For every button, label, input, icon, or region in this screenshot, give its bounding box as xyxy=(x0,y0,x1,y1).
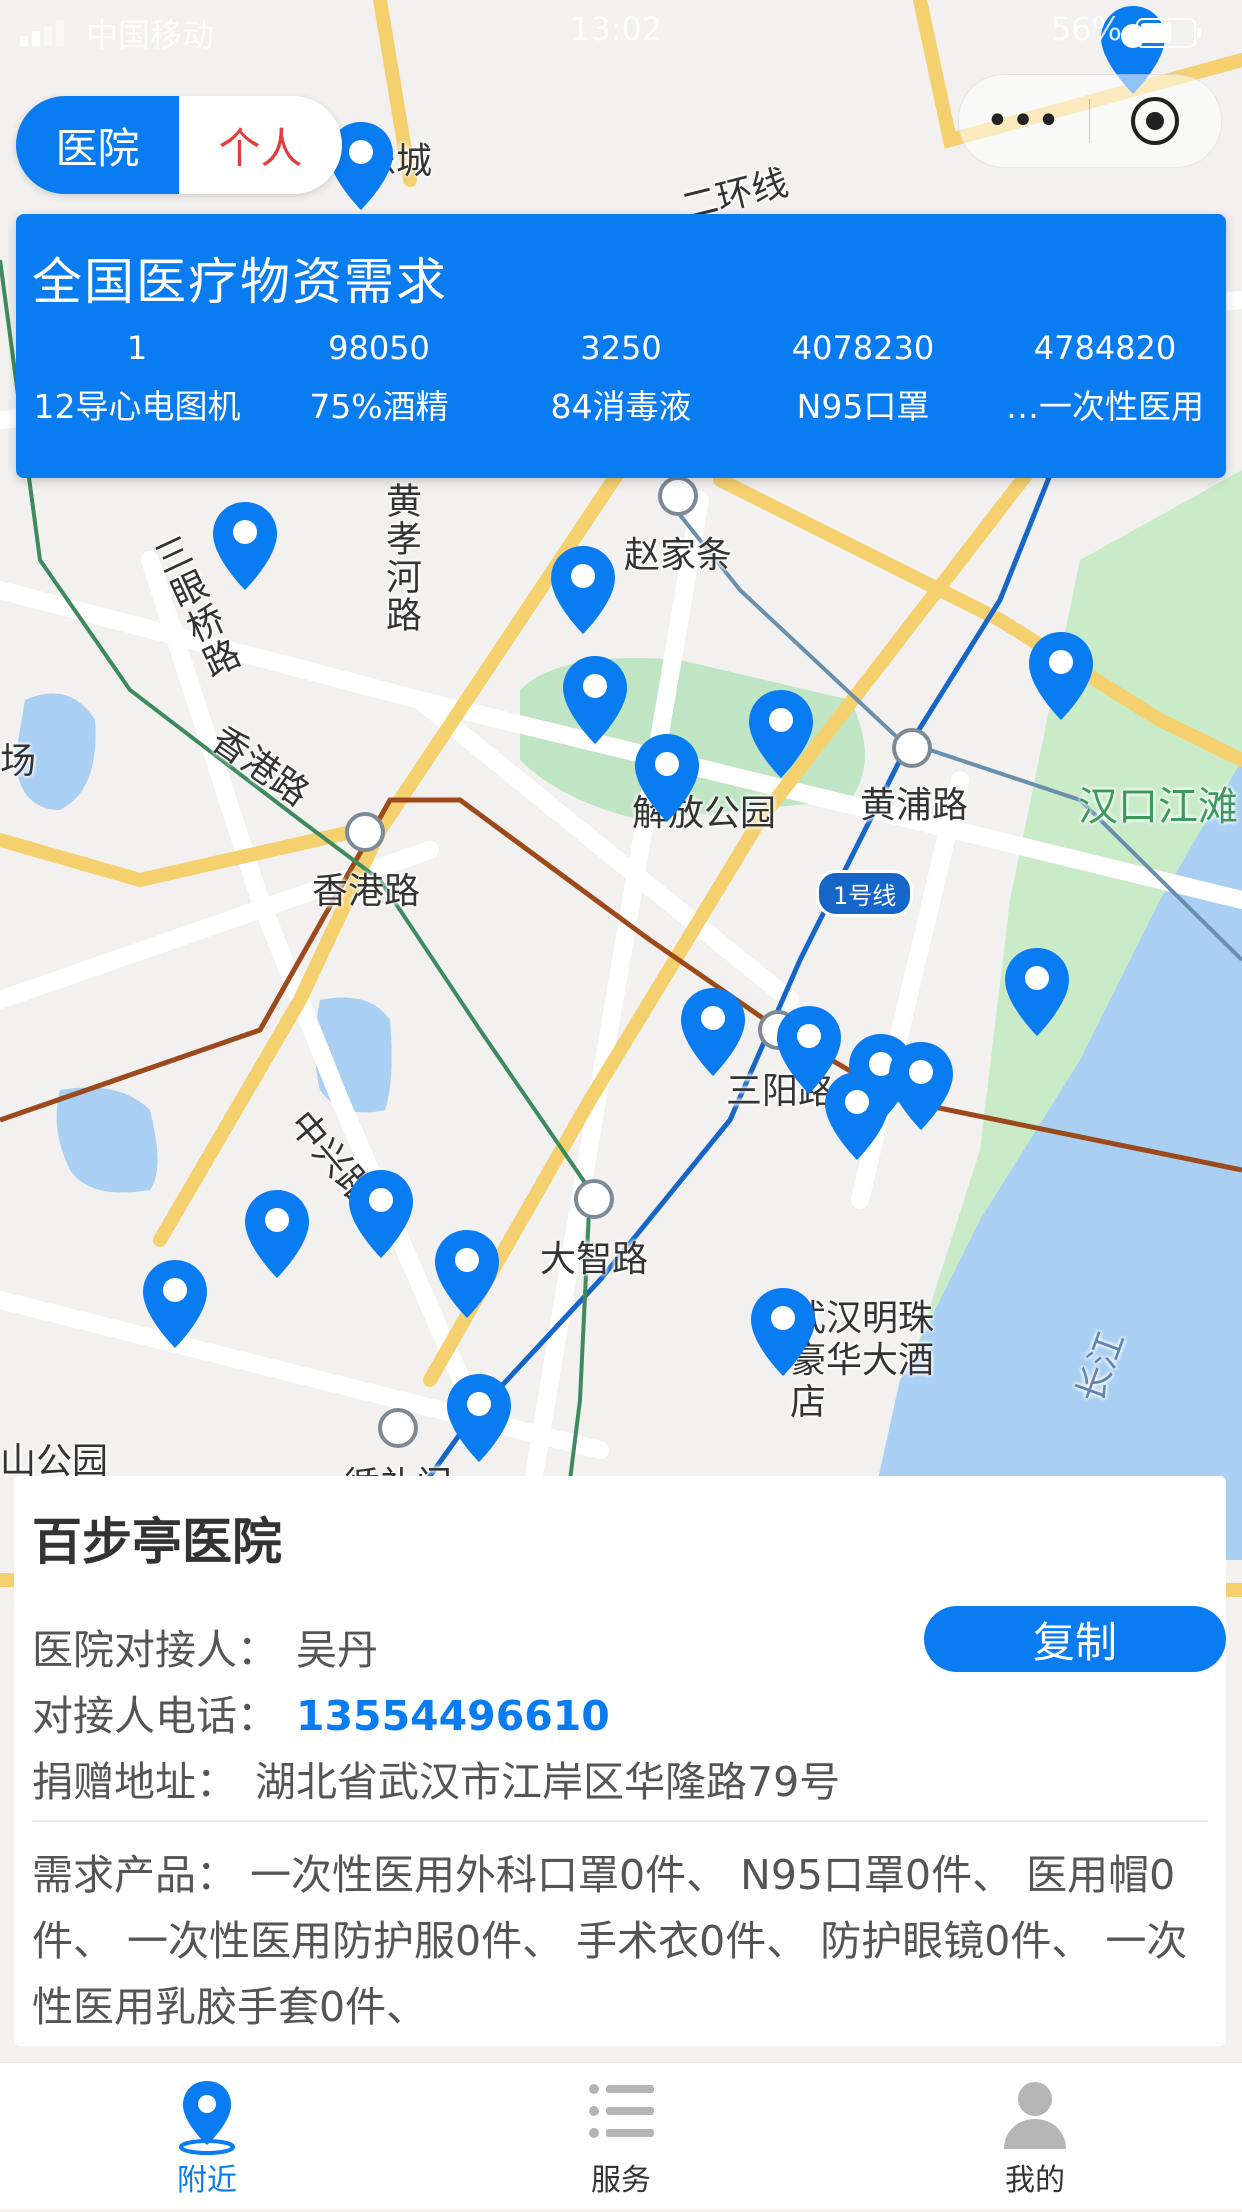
contact-name: 吴丹 xyxy=(296,1626,378,1674)
contact-label: 医院对接人： xyxy=(32,1626,278,1674)
demand-item[interactable]: 98050 75%酒精 xyxy=(258,320,500,438)
hospital-pin-icon[interactable] xyxy=(210,500,280,592)
demand-item[interactable]: 3250 84消毒液 xyxy=(500,320,742,438)
hospital-pin-icon[interactable] xyxy=(1026,630,1096,722)
demand-count: 4078230 xyxy=(791,329,935,367)
map-label-xianggang-station: 香港路 xyxy=(312,871,421,912)
map-label-chang: 场 xyxy=(0,741,37,782)
demand-count: 3250 xyxy=(580,329,662,367)
hospital-pin-icon[interactable] xyxy=(746,688,816,780)
mode-toggle[interactable]: 医院 个人 xyxy=(16,96,342,194)
location-icon xyxy=(179,2081,235,2155)
mini-program-capsule: ••• xyxy=(958,74,1222,168)
phone-number-link[interactable]: 13554496610 xyxy=(296,1692,610,1740)
clock: 13:02 xyxy=(570,10,663,48)
hospital-pin-icon[interactable] xyxy=(748,1286,818,1378)
demand-item[interactable]: 4784820 …一次性医用 xyxy=(984,320,1226,438)
national-demand-panel: 全国医疗物资需求 1 12导心电图机 98050 75%酒精 3250 84消毒… xyxy=(16,214,1226,478)
status-bar: 中国移动 13:02 56% xyxy=(0,0,1242,62)
demand-count: 4784820 xyxy=(1033,329,1177,367)
hospital-name: 百步亭医院 xyxy=(32,1513,282,1571)
tab-nearby-label: 附近 xyxy=(177,2163,237,2198)
tab-mine[interactable]: 我的 xyxy=(828,2063,1242,2209)
carrier-label: 中国移动 xyxy=(86,16,215,54)
contact-row: 医院对接人： 吴丹 xyxy=(32,1616,378,1676)
signal-icon xyxy=(20,20,64,46)
tab-bar: 附近 服务 我的 xyxy=(0,2062,1242,2209)
demand-items: 1 12导心电图机 98050 75%酒精 3250 84消毒液 4078230… xyxy=(16,320,1226,438)
map-label-zhaojiatiao: 赵家条 xyxy=(624,535,733,576)
metro-line-badge: 1号线 xyxy=(816,870,914,917)
close-circle-icon xyxy=(1131,97,1179,145)
phone-row: 对接人电话： 13554496610 xyxy=(32,1682,610,1742)
demand-count: 1 xyxy=(126,329,148,367)
hospital-pin-icon[interactable] xyxy=(1002,946,1072,1038)
battery-percent: 56% xyxy=(1050,10,1122,48)
address-value: 湖北省武汉市江岸区华隆路79号 xyxy=(255,1758,841,1806)
map-label-dazhilu: 大智路 xyxy=(540,1239,649,1280)
tab-services[interactable]: 服务 xyxy=(414,2063,828,2209)
hospital-pin-icon[interactable] xyxy=(560,654,630,746)
hospital-pin-icon[interactable] xyxy=(444,1372,514,1464)
demand-product: …一次性医用 xyxy=(1006,387,1204,426)
copy-button[interactable]: 复制 xyxy=(924,1606,1226,1672)
needs-label: 需求产品： xyxy=(32,1851,237,1899)
hospital-pin-icon[interactable] xyxy=(678,986,748,1078)
battery-icon xyxy=(1136,18,1201,48)
address-row: 捐赠地址： 湖北省武汉市江岸区华隆路79号 xyxy=(32,1748,840,1808)
hospital-pin-icon[interactable] xyxy=(548,544,618,636)
tab-mine-label: 我的 xyxy=(1005,2163,1065,2198)
hospital-pin-icon[interactable] xyxy=(242,1188,312,1280)
hospital-pin-icon[interactable] xyxy=(346,1168,416,1260)
more-button[interactable]: ••• xyxy=(959,98,1089,144)
list-icon xyxy=(589,2084,654,2138)
map-label-huangxiao-river: 黄孝河路 xyxy=(380,482,421,634)
toggle-hospital[interactable]: 医院 xyxy=(16,96,179,194)
demand-title: 全国医疗物资需求 xyxy=(32,253,448,311)
needs-section: 需求产品： 一次性医用外科口罩0件、 N95口罩0件、 医用帽0件、 一次性医用… xyxy=(32,1842,1208,2040)
demand-item[interactable]: 1 12导心电图机 xyxy=(16,320,258,438)
toggle-personal[interactable]: 个人 xyxy=(179,96,342,194)
demand-product: 84消毒液 xyxy=(550,387,692,426)
tab-services-label: 服务 xyxy=(591,2163,651,2198)
close-button[interactable] xyxy=(1090,95,1220,147)
card-divider xyxy=(32,1820,1208,1822)
map-label-huangpulu: 黄浦路 xyxy=(860,785,969,826)
hospital-pin-icon[interactable] xyxy=(822,1070,892,1162)
hospital-pin-icon[interactable] xyxy=(140,1258,210,1350)
demand-count: 98050 xyxy=(328,329,430,367)
hospital-pin-icon[interactable] xyxy=(432,1228,502,1320)
hospital-pin-icon[interactable] xyxy=(632,732,702,824)
address-label: 捐赠地址： xyxy=(32,1758,237,1806)
tab-nearby[interactable]: 附近 xyxy=(0,2063,414,2209)
phone-label: 对接人电话： xyxy=(32,1692,278,1740)
user-icon xyxy=(1004,2082,1066,2149)
demand-product: N95口罩 xyxy=(796,387,930,426)
map-label-hankou-jiangtan: 汉口江滩 xyxy=(1078,784,1238,830)
hospital-pin-icon[interactable] xyxy=(886,1040,956,1132)
demand-item[interactable]: 4078230 N95口罩 xyxy=(742,320,984,438)
demand-product: 75%酒精 xyxy=(309,387,449,426)
hospital-info-card: 百步亭医院 医院对接人： 吴丹 复制 对接人电话： 13554496610 捐赠地址… xyxy=(14,1476,1226,2046)
demand-product: 12导心电图机 xyxy=(33,387,241,426)
